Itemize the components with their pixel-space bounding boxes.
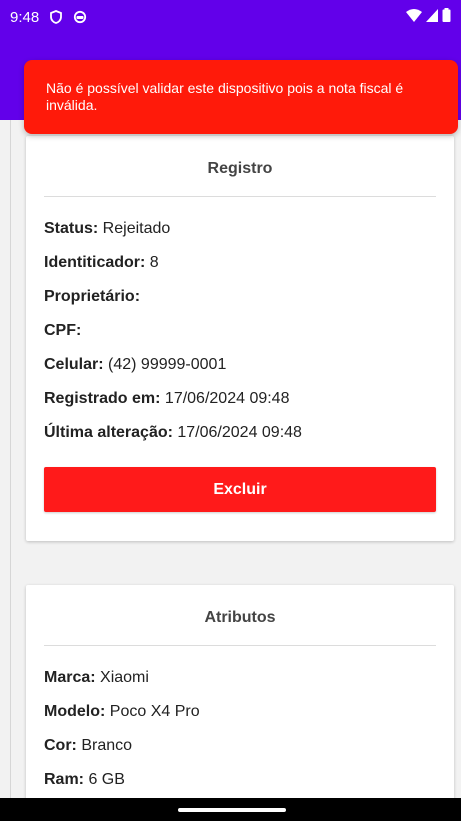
field-label: Registrado em: xyxy=(44,390,161,407)
field-label: Status: xyxy=(44,220,99,237)
error-toast[interactable]: Não é possível validar este dispositivo … xyxy=(24,60,458,134)
error-toast-message: Não é possível validar este dispositivo … xyxy=(46,80,404,113)
field-value: 17/06/2024 09:48 xyxy=(160,390,290,407)
field-label: Marca: xyxy=(44,669,96,686)
field-value: Rejeitado xyxy=(98,220,171,237)
field-identificador: Identiticador: 8 xyxy=(44,253,436,287)
field-value: 8 xyxy=(145,254,159,271)
home-gesture-handle[interactable] xyxy=(178,808,286,812)
atributos-title: Atributos xyxy=(204,609,276,626)
vpn-shield-icon xyxy=(49,10,63,24)
field-value: (42) 99999-0001 xyxy=(103,356,227,373)
field-label: Proprietário: xyxy=(44,288,141,305)
field-label: Ram: xyxy=(44,771,85,788)
field-modelo: Modelo: Poco X4 Pro xyxy=(44,702,436,736)
field-label: Modelo: xyxy=(44,703,106,720)
field-value: 6 GB xyxy=(84,771,125,788)
navigation-bar xyxy=(0,798,461,821)
field-status: Status: Rejeitado xyxy=(44,219,436,253)
content-scroll-area[interactable]: Registro Status: Rejeitado Identiticador… xyxy=(10,120,461,798)
field-marca: Marca: Xiaomi xyxy=(44,668,436,702)
sync-icon xyxy=(73,10,87,24)
field-value: Branco xyxy=(76,737,133,754)
registro-card: Registro Status: Rejeitado Identiticador… xyxy=(26,136,454,541)
status-right-icons xyxy=(406,8,451,26)
field-value: 17/06/2024 09:48 xyxy=(172,424,302,441)
field-value: Poco X4 Pro xyxy=(105,703,200,720)
field-label: Celular: xyxy=(44,356,104,373)
field-proprietario: Proprietário: xyxy=(44,287,436,321)
field-label: Última alteração: xyxy=(44,424,173,441)
wifi-icon xyxy=(406,8,422,26)
field-ultima-alteracao: Última alteração: 17/06/2024 09:48 xyxy=(44,423,436,457)
field-cor: Cor: Branco xyxy=(44,736,436,770)
field-cpf: CPF: xyxy=(44,321,436,355)
field-label: Cor: xyxy=(44,737,77,754)
delete-button[interactable]: Excluir xyxy=(44,467,436,512)
signal-icon xyxy=(426,8,438,26)
registro-title: Registro xyxy=(207,160,273,177)
battery-icon xyxy=(442,8,451,26)
field-celular: Celular: (42) 99999-0001 xyxy=(44,355,436,389)
field-value: Xiaomi xyxy=(95,669,149,686)
field-registrado-em: Registrado em: 17/06/2024 09:48 xyxy=(44,389,436,423)
field-ram: Ram: 6 GB xyxy=(44,770,436,798)
atributos-card: Atributos Marca: Xiaomi Modelo: Poco X4 … xyxy=(26,585,454,798)
registro-fields: Status: Rejeitado Identiticador: 8 Propr… xyxy=(26,197,454,457)
status-time: 9:48 xyxy=(10,8,40,26)
field-label: CPF: xyxy=(44,322,82,339)
status-bar: 9:48 xyxy=(0,0,461,34)
atributos-fields: Marca: Xiaomi Modelo: Poco X4 Pro Cor: B… xyxy=(26,646,454,798)
field-label: Identiticador: xyxy=(44,254,146,271)
